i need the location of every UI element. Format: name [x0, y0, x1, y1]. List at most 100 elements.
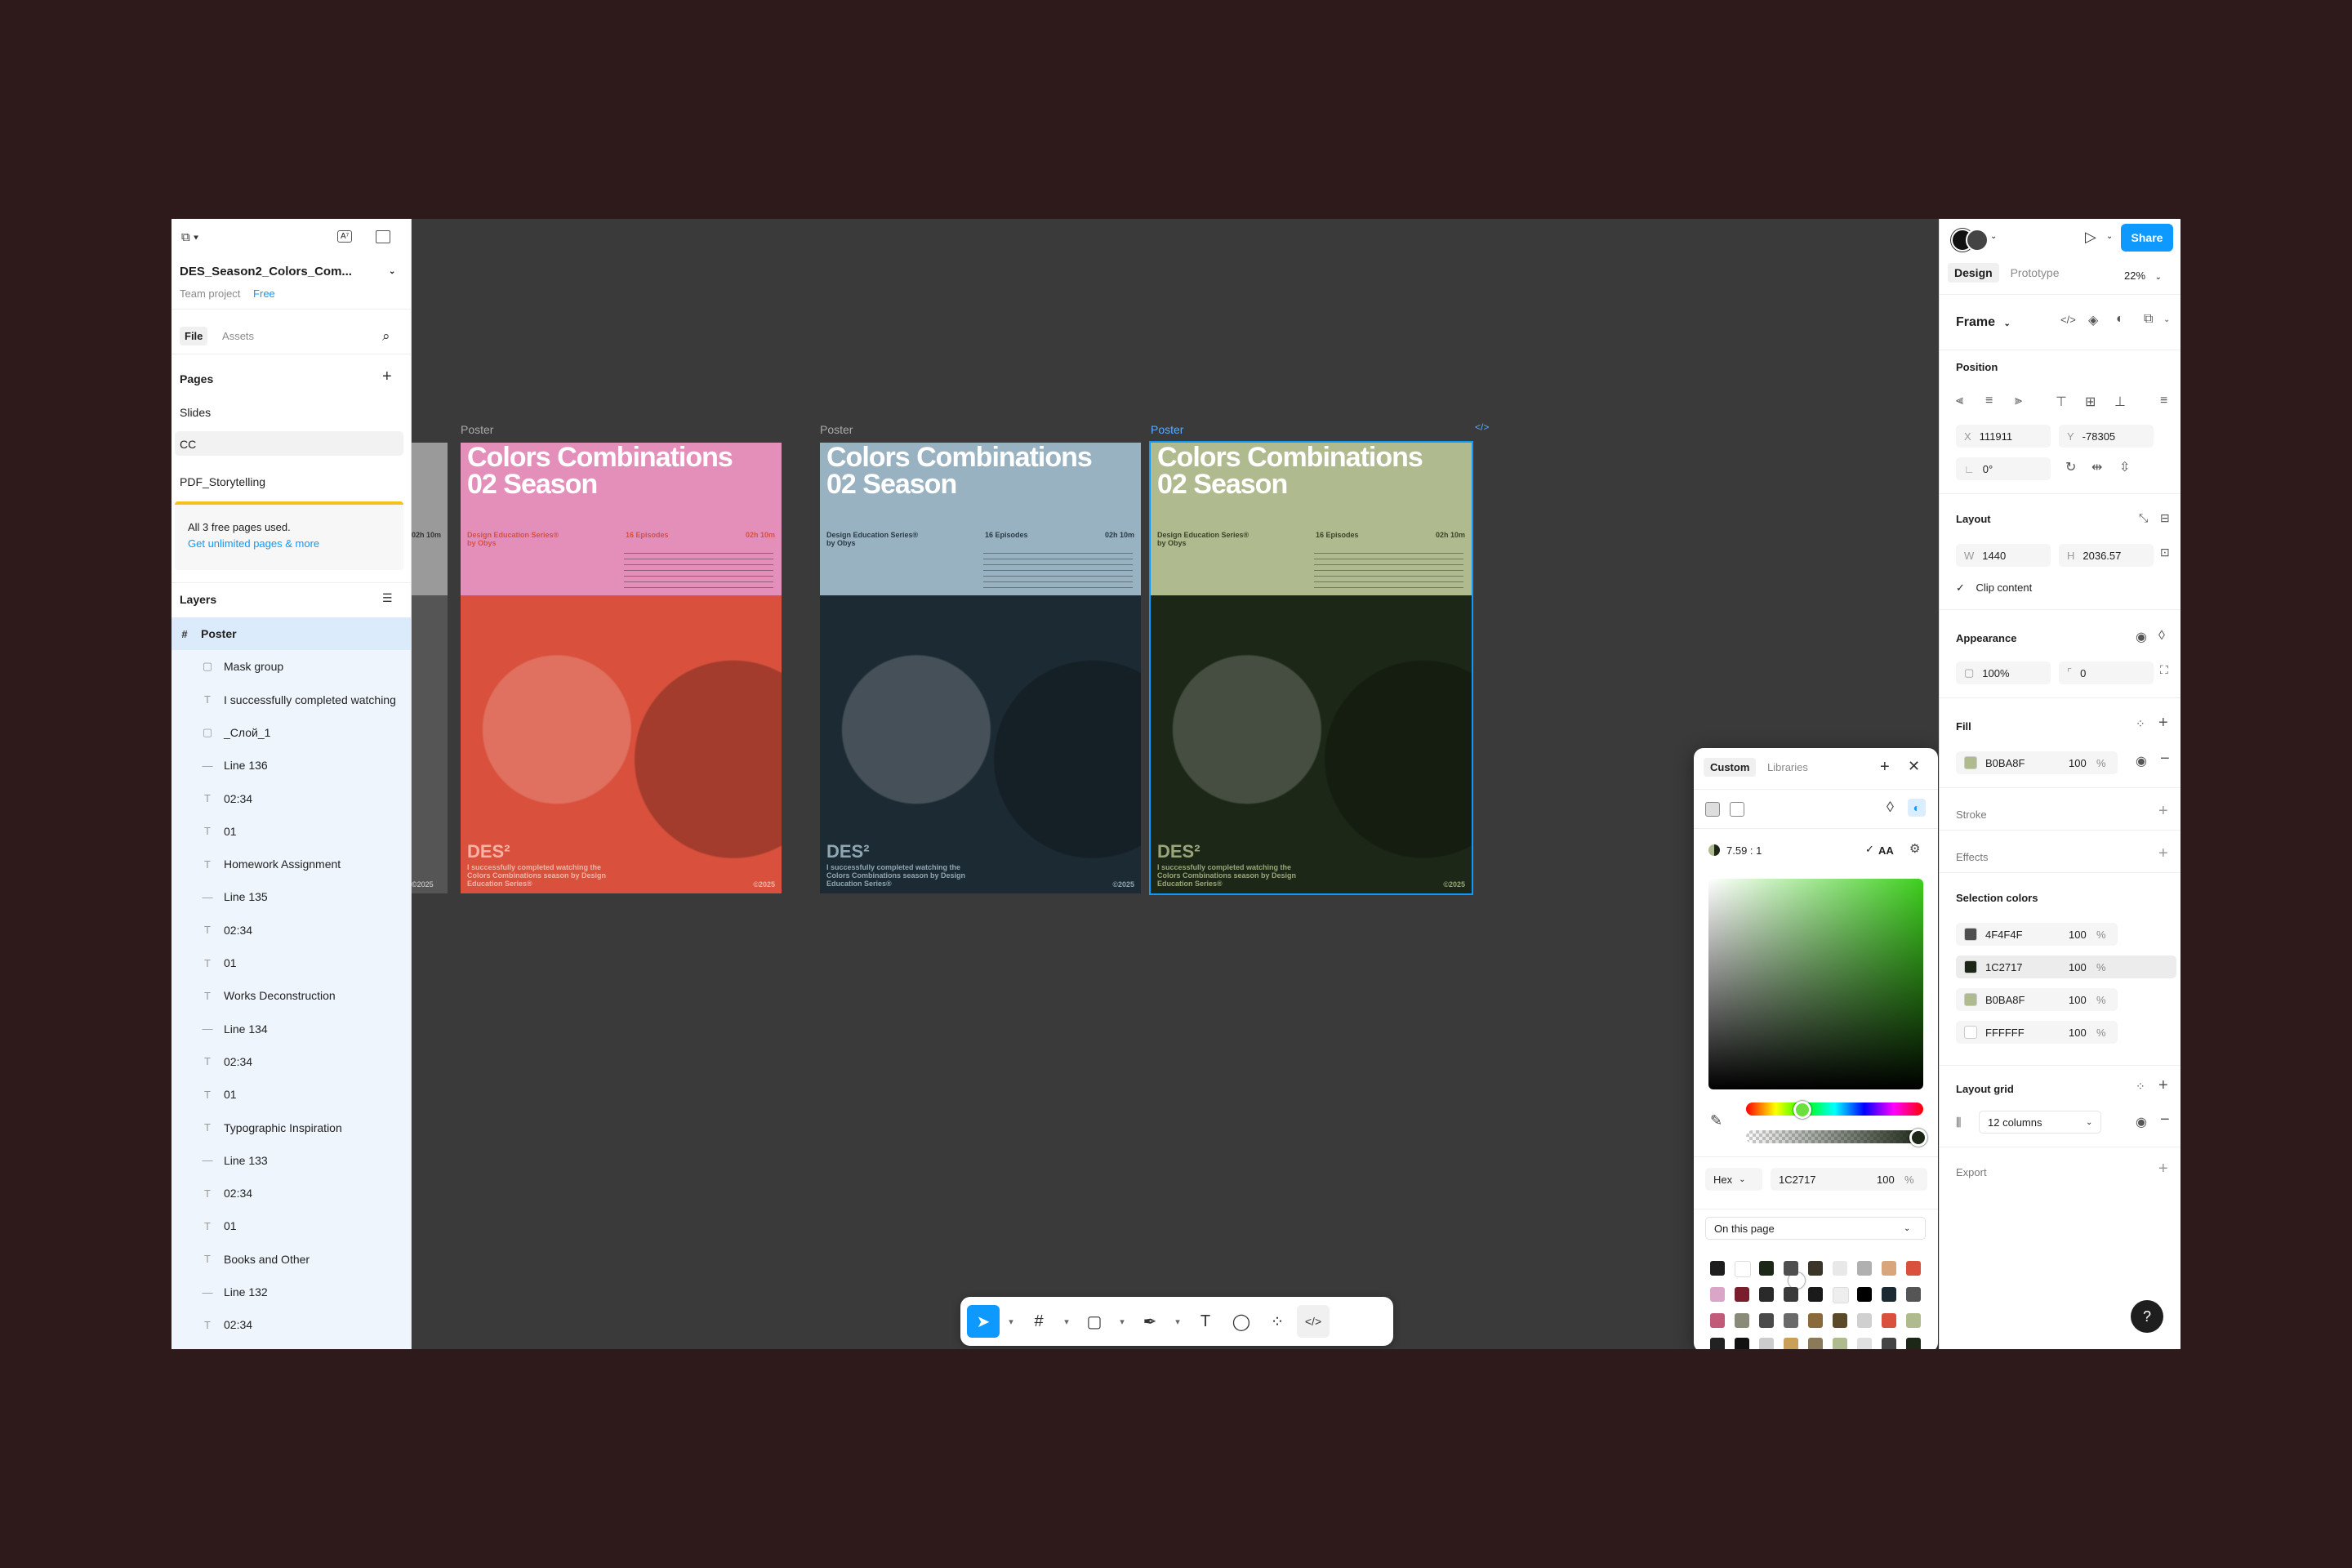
figma-menu-icon[interactable]: ⧉ ▾: [181, 230, 198, 244]
color-swatch[interactable]: [1735, 1313, 1749, 1328]
selection-color-row[interactable]: FFFFFF 100%: [1956, 1021, 2118, 1044]
constraints-icon[interactable]: ⊡: [2160, 546, 2170, 559]
dev-mode-icon[interactable]: </>: [1297, 1305, 1330, 1338]
align-right-icon[interactable]: ⫸: [2015, 394, 2022, 408]
color-swatch[interactable]: [1833, 1313, 1847, 1328]
play-icon[interactable]: ▷: [2085, 229, 2096, 246]
layer-row-selected[interactable]: # Poster: [172, 617, 411, 650]
color-swatch[interactable]: [1882, 1313, 1896, 1328]
share-button[interactable]: Share: [2121, 224, 2173, 252]
grid-columns-icon[interactable]: ⫼: [1956, 1116, 1961, 1129]
page-item-pdf[interactable]: PDF_Storytelling: [180, 475, 265, 488]
layer-row[interactable]: T 01: [172, 815, 411, 848]
grid-select[interactable]: 12 columns ⌄: [1979, 1111, 2101, 1134]
align-left-icon[interactable]: ⫷: [1956, 394, 1963, 408]
layer-row[interactable]: T 01: [172, 1209, 411, 1242]
clip-content-toggle[interactable]: ✓ Clip content: [1956, 581, 2032, 595]
poster-frame-label[interactable]: Poster: [1151, 423, 1183, 436]
add-export-icon[interactable]: +: [2158, 1160, 2168, 1178]
flip-horizontal-icon[interactable]: ⇹: [2091, 459, 2102, 475]
layer-row[interactable]: — Line 136: [172, 749, 411, 782]
layer-row[interactable]: — Line 134: [172, 1013, 411, 1045]
page-item-slides[interactable]: Slides: [180, 406, 211, 419]
layer-row[interactable]: T 01: [172, 1078, 411, 1111]
help-button[interactable]: ?: [2131, 1300, 2163, 1333]
layer-row[interactable]: T 02:34: [172, 1308, 411, 1341]
color-swatch[interactable]: [1833, 1338, 1847, 1349]
eye-icon[interactable]: ◉: [2136, 629, 2147, 645]
ai-icon[interactable]: A⁷: [337, 230, 353, 243]
color-swatch[interactable]: [1710, 1287, 1725, 1302]
color-swatch[interactable]: [1735, 1261, 1751, 1277]
color-mode-select[interactable]: Hex ⌄: [1705, 1168, 1762, 1191]
selection-color-row[interactable]: B0BA8F 100%: [1956, 988, 2118, 1011]
pen-tool-icon[interactable]: ✒: [1134, 1305, 1166, 1338]
color-swatch[interactable]: [1857, 1287, 1872, 1302]
color-swatch[interactable]: [1759, 1313, 1774, 1328]
tab-design[interactable]: Design: [1948, 263, 1999, 283]
add-icon[interactable]: +: [1880, 758, 1890, 777]
layer-row[interactable]: ▢ _Слой_1: [172, 716, 411, 749]
move-tool-icon[interactable]: ➤: [967, 1305, 1000, 1338]
selection-color-row[interactable]: 1C2717 100%: [1956, 956, 2176, 978]
tab-custom[interactable]: Custom: [1704, 758, 1757, 777]
height-input[interactable]: H 2036.57: [2059, 544, 2154, 567]
partial-poster[interactable]: 02h 10m ©2025: [412, 443, 448, 893]
sidebar-toggle-icon[interactable]: [376, 230, 390, 243]
tab-libraries[interactable]: Libraries: [1767, 761, 1808, 773]
opacity-slider[interactable]: [1746, 1130, 1923, 1143]
frame-tool-icon[interactable]: #: [1022, 1305, 1055, 1338]
notice-link[interactable]: Get unlimited pages & more: [188, 537, 319, 550]
layer-row[interactable]: T 02:34: [172, 1045, 411, 1078]
comment-tool-icon[interactable]: ◯: [1225, 1305, 1258, 1338]
layer-row[interactable]: T Works Deconstruction: [172, 979, 411, 1012]
frame-type-select[interactable]: Frame ⌄: [1956, 315, 2011, 330]
auto-layout-icon[interactable]: ⊟: [2160, 511, 2170, 525]
color-swatch[interactable]: [1906, 1287, 1921, 1302]
chevron-down-icon[interactable]: ⌄: [2106, 232, 2113, 241]
blend-icon[interactable]: ◊: [1886, 799, 1894, 816]
layer-row[interactable]: — Line 132: [172, 1276, 411, 1308]
color-swatch[interactable]: [1710, 1261, 1725, 1276]
zoom-select[interactable]: 22% ⌄: [2124, 270, 2162, 282]
color-swatch[interactable]: [1808, 1287, 1823, 1302]
layer-row[interactable]: T 01: [172, 947, 411, 979]
add-fill-icon[interactable]: +: [2158, 714, 2168, 733]
page-item-cc[interactable]: CC: [175, 431, 403, 456]
poster-frame-label[interactable]: Poster: [820, 423, 853, 436]
color-swatch[interactable]: [1808, 1261, 1823, 1276]
styles-icon[interactable]: ⁘: [2136, 1080, 2145, 1094]
layer-row[interactable]: T Homework Assignment: [172, 848, 411, 880]
tab-assets[interactable]: Assets: [222, 330, 254, 342]
actions-icon[interactable]: ⁘: [1261, 1305, 1294, 1338]
color-swatch[interactable]: [1784, 1313, 1798, 1328]
corners-icon[interactable]: ⛶: [2160, 663, 2168, 677]
align-middle-icon[interactable]: ⊞: [2085, 394, 2096, 410]
selection-color-row[interactable]: 4F4F4F 100%: [1956, 923, 2118, 946]
color-swatch[interactable]: [1906, 1313, 1921, 1328]
layer-row[interactable]: T 02:34: [172, 1177, 411, 1209]
chevron-down-icon[interactable]: ▾: [1114, 1305, 1130, 1338]
hue-slider[interactable]: [1746, 1102, 1923, 1116]
contrast-check-icon[interactable]: ◐: [1908, 799, 1926, 817]
align-center-h-icon[interactable]: ≡: [1985, 394, 1993, 408]
color-swatch[interactable]: [1857, 1338, 1872, 1349]
layer-row[interactable]: T I successfully completed watching: [172, 684, 411, 716]
fill-swatch[interactable]: [1964, 756, 1977, 769]
remove-fill-icon[interactable]: −: [2160, 750, 2170, 768]
scope-select[interactable]: On this page ⌄: [1705, 1217, 1926, 1240]
hue-handle[interactable]: [1793, 1101, 1811, 1119]
layer-row[interactable]: T Books and Other: [172, 1243, 411, 1276]
layers-list-icon[interactable]: ☰: [382, 591, 393, 605]
color-swatch[interactable]: [1964, 928, 1977, 941]
code-icon[interactable]: </>: [2060, 314, 2076, 326]
eye-icon[interactable]: ◉: [2136, 1114, 2147, 1130]
color-swatch[interactable]: [1784, 1338, 1798, 1349]
styles-icon[interactable]: ⁘: [2136, 717, 2145, 731]
blend-icon[interactable]: ◊: [2158, 629, 2165, 644]
y-input[interactable]: Y -78305: [2059, 425, 2154, 448]
color-swatch[interactable]: [1882, 1338, 1896, 1349]
color-swatch[interactable]: [1808, 1338, 1823, 1349]
mask-icon[interactable]: ◐: [2116, 312, 2124, 327]
x-input[interactable]: X 111911: [1956, 425, 2051, 448]
